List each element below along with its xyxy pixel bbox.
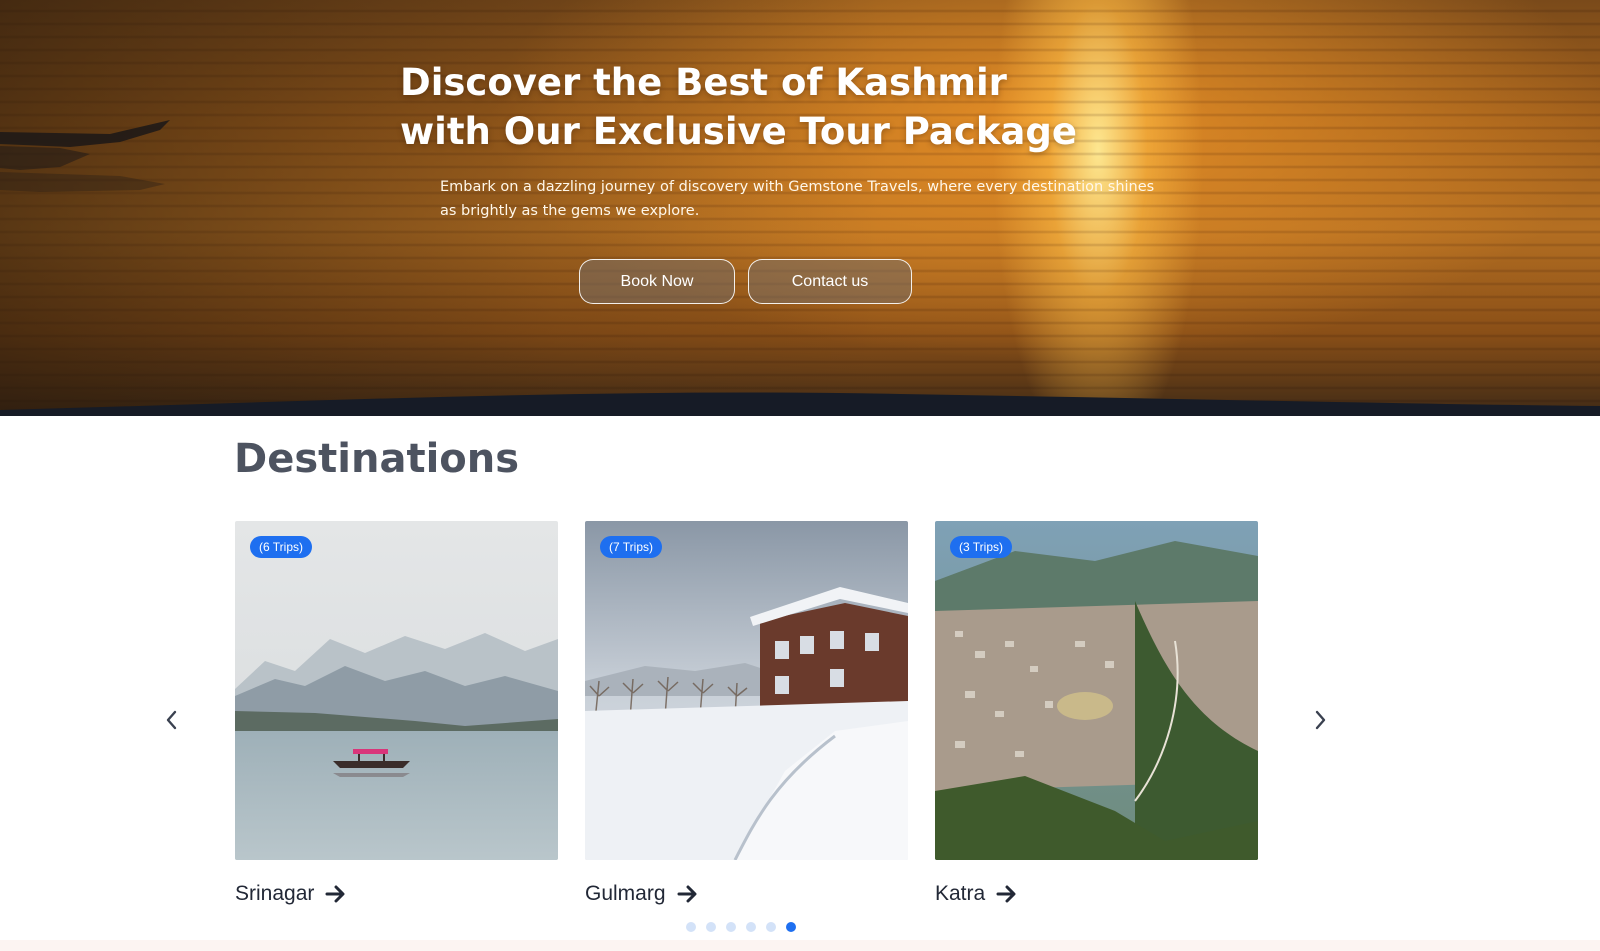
- hero-title-line1: Discover the Best of Kashmir: [400, 61, 1007, 104]
- destination-name: Katra: [935, 882, 986, 905]
- hero-bottom-curve: [0, 392, 1600, 416]
- destination-name: Gulmarg: [585, 882, 666, 905]
- book-now-button[interactable]: Book Now: [579, 259, 735, 304]
- destination-link-katra[interactable]: Katra: [935, 882, 1258, 906]
- carousel-prev-button[interactable]: [158, 706, 186, 734]
- shikara-boat-silhouette: [0, 120, 170, 192]
- destination-card-srinagar[interactable]: (6 Trips) Srinagar: [235, 521, 558, 906]
- destination-image-gulmarg: (7 Trips): [585, 521, 908, 860]
- section-divider: [0, 940, 1600, 951]
- destination-link-gulmarg[interactable]: Gulmarg: [585, 882, 908, 906]
- destination-card-gulmarg[interactable]: (7 Trips) Gulmarg: [585, 521, 908, 906]
- arrow-right-icon: [677, 885, 697, 903]
- carousel-next-button[interactable]: [1306, 706, 1334, 734]
- carousel-dot[interactable]: [726, 922, 736, 932]
- destination-card-katra[interactable]: (3 Trips) Katra: [935, 521, 1258, 906]
- hero-subtitle: Embark on a dazzling journey of discover…: [440, 179, 1155, 219]
- trip-count-badge: (3 Trips): [950, 536, 1013, 558]
- destination-name: Srinagar: [235, 882, 315, 905]
- hero-section: Discover the Best of Kashmir with Our Ex…: [0, 0, 1600, 416]
- contact-us-button[interactable]: Contact us: [748, 259, 912, 304]
- carousel-dot[interactable]: [746, 922, 756, 932]
- destination-link-srinagar[interactable]: Srinagar: [235, 882, 558, 906]
- hero-title: Discover the Best of Kashmir with Our Ex…: [400, 58, 1200, 156]
- hero-title-line2: with Our Exclusive Tour Package: [400, 110, 1077, 153]
- chevron-right-icon: [1315, 710, 1326, 730]
- carousel-dot-active[interactable]: [786, 922, 796, 932]
- trip-count-badge: (6 Trips): [250, 536, 313, 558]
- carousel-dot[interactable]: [686, 922, 696, 932]
- destinations-heading: Destinations: [234, 436, 520, 482]
- arrow-right-icon: [325, 885, 345, 903]
- chevron-left-icon: [166, 710, 177, 730]
- trip-count-badge: (7 Trips): [600, 536, 663, 558]
- destination-image-srinagar: (6 Trips): [235, 521, 558, 860]
- destination-image-katra: (3 Trips): [935, 521, 1258, 860]
- carousel-pagination: [686, 922, 796, 932]
- carousel-dot[interactable]: [766, 922, 776, 932]
- arrow-right-icon: [996, 885, 1016, 903]
- carousel-dot[interactable]: [706, 922, 716, 932]
